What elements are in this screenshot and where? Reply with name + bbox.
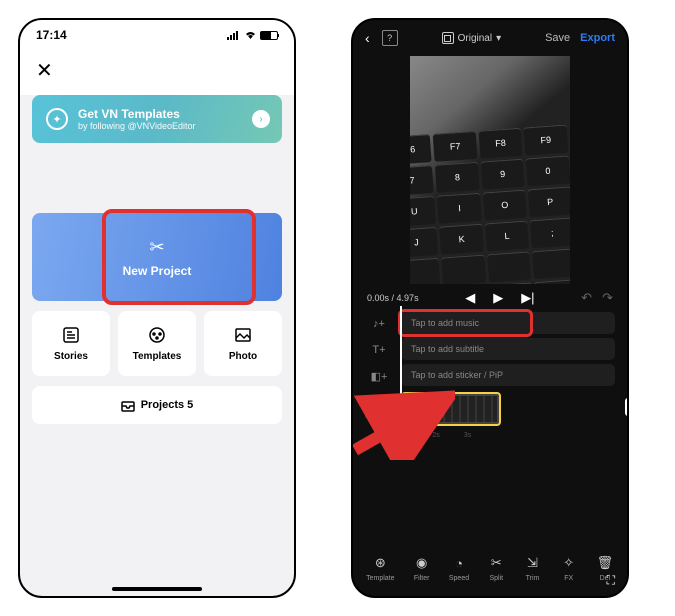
tool-label: Template: [366, 575, 394, 582]
projects-label: Projects 5: [141, 399, 194, 411]
status-bar: 17:14: [20, 20, 294, 50]
stories-label: Stories: [54, 351, 88, 362]
tool-label: Speed: [449, 575, 469, 582]
add-sticker-track[interactable]: Tap to add sticker / PiP: [401, 364, 615, 386]
delete-tool[interactable]: 🗑 Del: [596, 554, 614, 582]
redo-icon[interactable]: ↷: [602, 290, 613, 306]
transport-bar: 0.00s / 4.97s ◀ ▶ ▶| ↶ ↷: [353, 284, 627, 312]
video-preview[interactable]: F6F7F8F9F107890-UIOP[JKL;'ZXC: [410, 56, 570, 284]
timeline-tracks: ♪+ T+ ◧+ Tap to add music Tap to add sub…: [353, 312, 627, 386]
add-sticker-label: Tap to add sticker / PiP: [411, 370, 503, 380]
add-music-track[interactable]: Tap to add music: [401, 312, 615, 334]
promo-text: Get VN Templates by following @VNVideoEd…: [78, 107, 196, 131]
new-project-button[interactable]: ✂ New Project: [32, 213, 282, 301]
help-icon[interactable]: ?: [382, 30, 398, 46]
signal-icon: [227, 30, 241, 40]
aspect-icon: [442, 32, 454, 44]
header: ✕: [20, 50, 294, 95]
next-clip-icon[interactable]: ▶|: [521, 290, 534, 306]
status-indicators: [227, 30, 278, 40]
ruler-tick: 3s: [464, 432, 471, 439]
video-clip[interactable]: [401, 392, 501, 426]
time-display: 0.00s / 4.97s: [367, 293, 419, 303]
template-tool[interactable]: ⊛ Template: [366, 554, 394, 582]
close-icon[interactable]: ✕: [36, 60, 53, 82]
aspect-label: Original: [458, 33, 492, 44]
prev-clip-indicator: - -: [365, 399, 395, 419]
options-row: Stories Templates Photo: [32, 311, 282, 376]
photo-label: Photo: [229, 351, 257, 362]
split-tool[interactable]: ✂ Split: [487, 554, 505, 582]
annotation-highlight: [102, 209, 256, 305]
add-subtitle-label: Tap to add subtitle: [411, 344, 484, 354]
battery-icon: [260, 31, 278, 40]
fx-tool[interactable]: ✧ FX: [560, 554, 578, 582]
tool-label: Trim: [526, 575, 540, 582]
sticker-track-icon: ◧+: [371, 368, 387, 384]
tool-label: FX: [564, 575, 573, 582]
editor-header: ‹ ? Original ▾ Save Export: [353, 20, 627, 56]
undo-icon[interactable]: ↶: [581, 290, 592, 306]
promo-title: Get VN Templates: [78, 107, 196, 121]
stories-icon: [61, 325, 81, 345]
templates-label: Templates: [133, 351, 182, 362]
save-button[interactable]: Save: [545, 32, 570, 44]
chevron-down-icon: ▾: [496, 33, 501, 44]
inbox-icon: [121, 398, 135, 412]
stories-button[interactable]: Stories: [32, 311, 110, 376]
playhead[interactable]: [400, 306, 402, 394]
photo-button[interactable]: Photo: [204, 311, 282, 376]
ruler-tick: 2s: [432, 432, 439, 439]
tool-label: Filter: [414, 575, 430, 582]
templates-button[interactable]: Templates: [118, 311, 196, 376]
preview-image: F6F7F8F9F107890-UIOP[JKL;'ZXC: [410, 56, 570, 284]
music-track-icon: ♪+: [371, 316, 387, 332]
speed-tool[interactable]: ◔ Speed: [449, 554, 469, 582]
video-track: - - +: [353, 390, 627, 428]
tool-bar: ⊛ Template ◉ Filter ◔ Speed ✂ Split ⇲ Trim ✧ F…: [353, 548, 627, 588]
projects-button[interactable]: Projects 5: [32, 386, 282, 424]
subtitle-track-icon: T+: [371, 342, 387, 358]
trash-icon: 🗑: [596, 554, 614, 572]
ruler-tick: 1s: [401, 432, 408, 439]
split-icon: ✂: [487, 554, 505, 572]
phone-mock-left: 17:14 ✕ ✦ Get VN Templates by following …: [18, 18, 296, 598]
fx-icon: ✧: [560, 554, 578, 572]
trim-icon: ⇲: [524, 554, 542, 572]
tool-label: Split: [490, 575, 504, 582]
templates-icon: [147, 325, 167, 345]
template-icon: ⊛: [371, 554, 389, 572]
promo-banner[interactable]: ✦ Get VN Templates by following @VNVideo…: [32, 95, 282, 143]
status-time: 17:14: [36, 28, 67, 42]
annotation-highlight: [398, 309, 533, 337]
trim-tool[interactable]: ⇲ Trim: [524, 554, 542, 582]
tool-label: Del: [600, 575, 611, 582]
add-subtitle-track[interactable]: Tap to add subtitle: [401, 338, 615, 360]
add-clip-button[interactable]: +: [625, 398, 629, 416]
prev-frame-icon[interactable]: ◀: [465, 290, 475, 306]
aspect-ratio-button[interactable]: Original ▾: [442, 32, 502, 44]
wifi-icon: [244, 30, 257, 40]
filter-tool[interactable]: ◉ Filter: [413, 554, 431, 582]
phone-mock-right: ‹ ? Original ▾ Save Export F6F7F8F9F1078…: [351, 18, 629, 598]
promo-subtitle: by following @VNVideoEditor: [78, 121, 196, 131]
home-indicator: [112, 587, 202, 591]
back-icon[interactable]: ‹: [365, 30, 370, 46]
template-badge-icon: ✦: [46, 108, 68, 130]
photo-icon: [233, 325, 253, 345]
time-ruler: 1s 2s 3s: [353, 432, 627, 439]
play-icon[interactable]: ▶: [493, 290, 503, 306]
export-button[interactable]: Export: [580, 32, 615, 44]
speed-icon: ◔: [450, 554, 468, 572]
chevron-right-icon: ›: [252, 110, 270, 128]
clip-thumbnail: [405, 396, 497, 422]
filter-icon: ◉: [413, 554, 431, 572]
